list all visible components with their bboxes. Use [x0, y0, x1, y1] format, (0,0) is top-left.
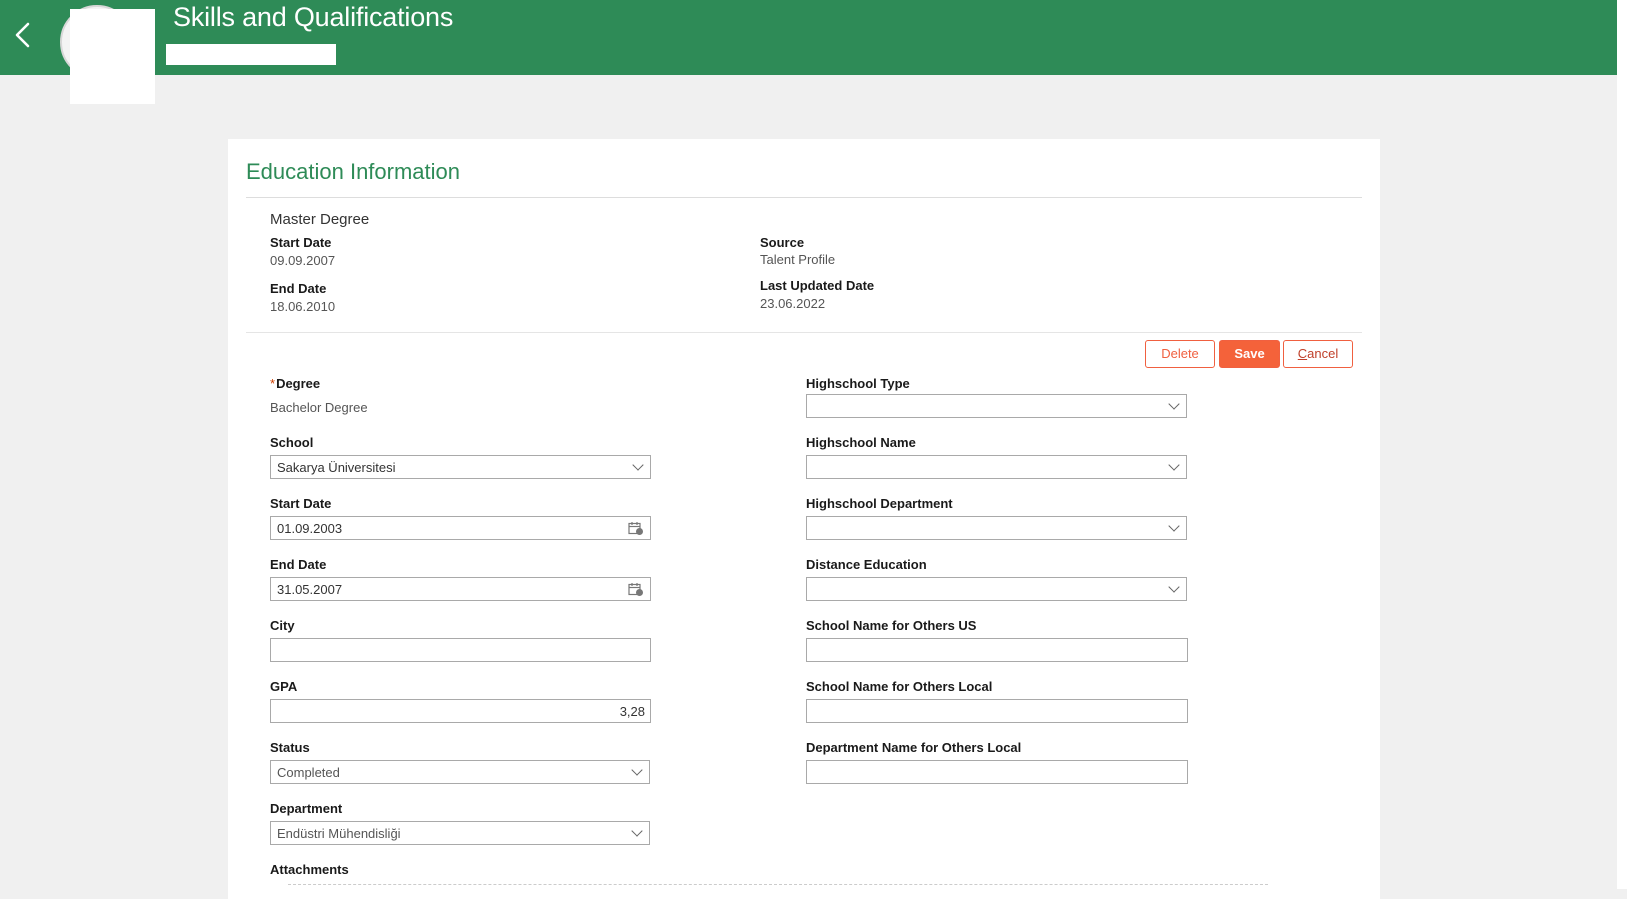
end-date-value: 31.05.2007 — [277, 582, 343, 597]
highschool-department-select[interactable] — [806, 516, 1187, 540]
summary-end-date: 18.06.2010 — [270, 299, 336, 314]
page-title: Skills and Qualifications — [173, 2, 454, 32]
department-select[interactable]: Endüstri Mühendisliği — [270, 821, 650, 845]
summary-source-label: Source — [760, 235, 805, 250]
education-card: Education Information Master Degree Star… — [228, 139, 1380, 899]
summary-start-date-label: Start Date — [270, 235, 332, 250]
department-select-value: Endüstri Mühendisliği — [277, 826, 401, 841]
title-divider — [246, 197, 1362, 198]
distance-education-label: Distance Education — [806, 557, 927, 572]
gpa-value: 3,28 — [619, 704, 645, 719]
gpa-label: GPA — [270, 679, 298, 694]
section-title: Education Information — [246, 159, 461, 184]
school-label: School — [270, 435, 314, 450]
summary-end-date-label: End Date — [270, 281, 327, 296]
attachments-dropzone[interactable] — [288, 884, 1268, 886]
city-input[interactable] — [270, 638, 651, 662]
school-others-local-label: School Name for Others Local — [806, 679, 993, 694]
department-label: Department — [270, 801, 343, 816]
chevron-down-icon — [1168, 459, 1180, 471]
gpa-input[interactable]: 3,28 — [270, 699, 651, 723]
highschool-name-select[interactable] — [806, 455, 1187, 479]
cancel-label: ancel — [1307, 346, 1339, 361]
highschool-type-label: Highschool Type — [806, 376, 910, 391]
required-marker: * — [270, 376, 276, 391]
chevron-down-icon — [1168, 398, 1180, 410]
distance-education-select[interactable] — [806, 577, 1187, 601]
school-others-us-input[interactable] — [806, 638, 1188, 662]
end-date-label: End Date — [270, 557, 327, 572]
calendar-icon[interactable] — [628, 582, 644, 597]
status-label: Status — [270, 740, 310, 755]
delete-button[interactable]: Delete — [1145, 340, 1215, 368]
chevron-down-icon — [632, 459, 644, 471]
school-select[interactable]: Sakarya Üniversitesi — [270, 455, 651, 479]
app-header: Skills and Qualifications — [0, 0, 1617, 104]
summary-last-updated: 23.06.2022 — [760, 296, 826, 311]
summary-start-date: 09.09.2007 — [270, 253, 336, 268]
status-select[interactable]: Completed — [270, 760, 650, 784]
degree-label: *Degree — [270, 376, 320, 391]
attachments-label: Attachments — [270, 862, 349, 877]
start-date-value: 01.09.2003 — [277, 521, 343, 536]
degree-value: Bachelor Degree — [270, 400, 368, 415]
school-others-us-label: School Name for Others US — [806, 618, 977, 633]
highschool-department-label: Highschool Department — [806, 496, 953, 511]
highschool-type-select[interactable] — [806, 394, 1187, 418]
department-others-local-input[interactable] — [806, 760, 1188, 784]
start-date-label: Start Date — [270, 496, 332, 511]
save-button[interactable]: Save — [1219, 340, 1280, 368]
department-others-local-label: Department Name for Others Local — [806, 740, 1022, 755]
status-select-value: Completed — [277, 765, 340, 780]
cancel-button[interactable]: Cancel — [1283, 340, 1353, 368]
chevron-down-icon — [1168, 581, 1180, 593]
degree-label-text: Degree — [276, 376, 321, 391]
back-arrow-icon[interactable] — [8, 18, 38, 52]
cancel-accesskey: C — [1297, 346, 1308, 361]
summary-divider — [246, 332, 1362, 333]
school-select-value: Sakarya Üniversitesi — [277, 460, 396, 475]
start-date-field[interactable]: 01.09.2003 — [270, 516, 651, 540]
calendar-icon[interactable] — [628, 521, 644, 536]
avatar-redaction — [70, 9, 155, 104]
scrollbar-track[interactable] — [1617, 0, 1627, 889]
summary-source: Talent Profile — [760, 252, 836, 267]
employee-name-redaction — [166, 44, 336, 65]
summary-degree: Master Degree — [270, 211, 370, 228]
school-others-local-input[interactable] — [806, 699, 1188, 723]
chevron-down-icon — [631, 825, 643, 837]
chevron-down-icon — [631, 764, 643, 776]
city-label: City — [270, 618, 295, 633]
end-date-field[interactable]: 31.05.2007 — [270, 577, 651, 601]
highschool-name-label: Highschool Name — [806, 435, 916, 450]
chevron-down-icon — [1168, 520, 1180, 532]
summary-last-updated-label: Last Updated Date — [760, 278, 875, 293]
